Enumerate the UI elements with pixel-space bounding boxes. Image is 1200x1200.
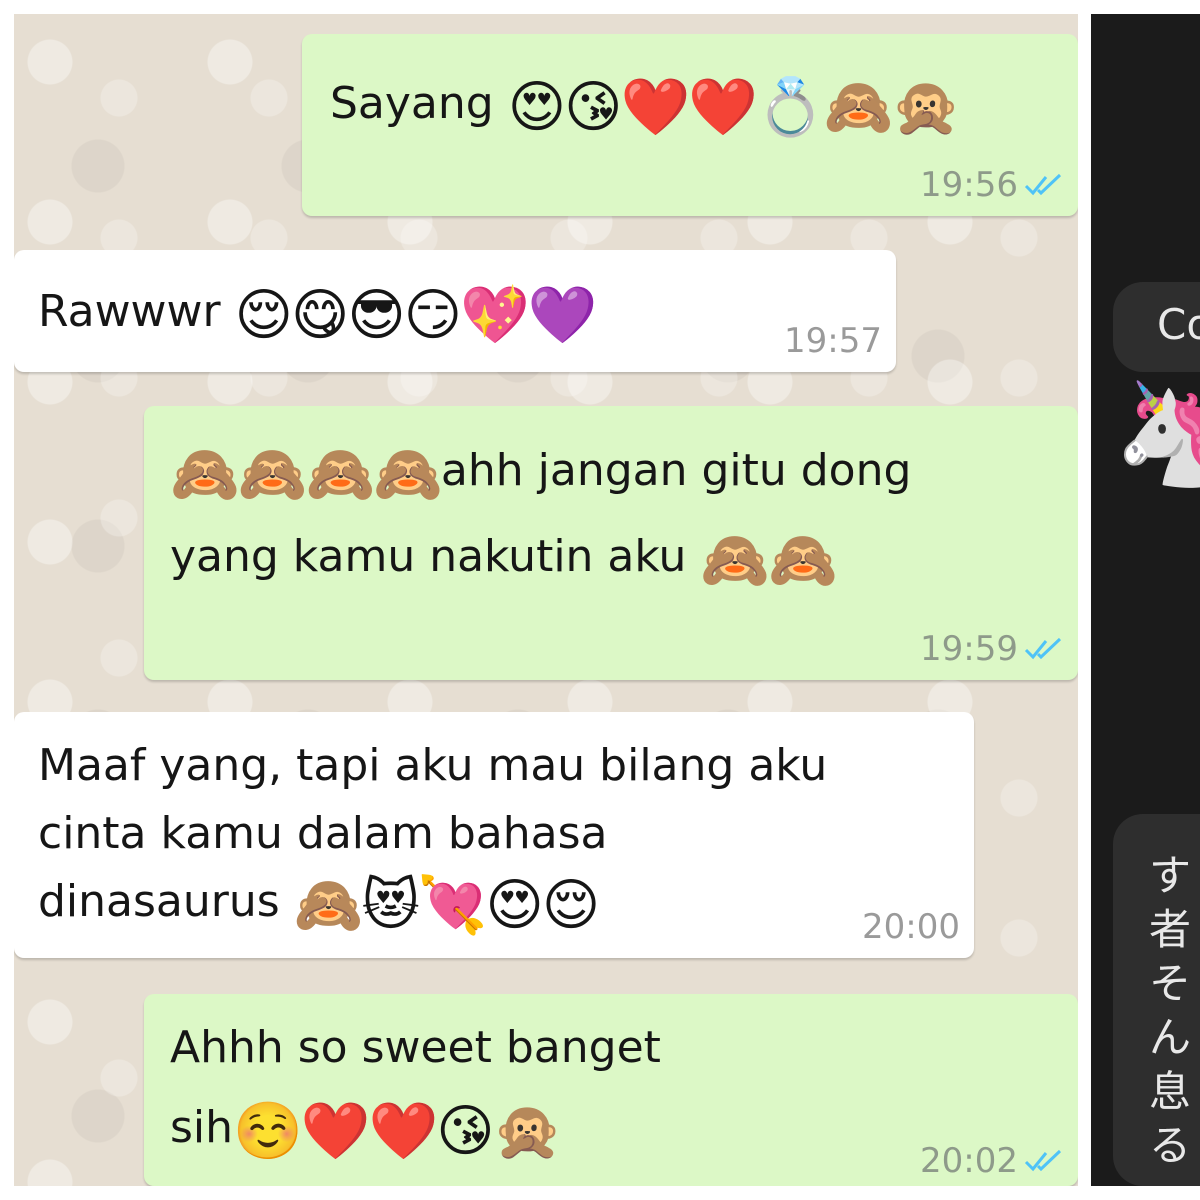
message-line: dinasaurus 🙈😻💘😍😌 xyxy=(38,868,950,936)
unicorn-emoji: 🦄 xyxy=(1113,375,1200,492)
message-bubble-incoming[interactable]: Maaf yang, tapi aku mau bilang aku cinta… xyxy=(14,712,974,958)
message-text: dinasaurus xyxy=(38,876,294,927)
message-line: cinta kamu dalam bahasa xyxy=(38,808,608,859)
message-line: Ahhh so sweet banget xyxy=(170,1022,661,1073)
side-message-text: す 者 そ ん 息 る xyxy=(1149,851,1192,1170)
message-meta: 19:57 xyxy=(784,324,882,358)
emoji-sequence: ☺️❤️❤️😘🙊 xyxy=(233,1099,562,1164)
emoji-sequence: 🙈🙈🙈🙈 xyxy=(170,442,443,507)
read-ticks-icon xyxy=(1024,173,1062,196)
message-meta: 20:00 xyxy=(862,910,960,944)
read-ticks-icon xyxy=(1024,637,1062,660)
emoji-sequence: 😍😘❤️❤️💍🙈🙊 xyxy=(507,75,961,140)
message-text: yang kamu nakutin aku xyxy=(170,531,701,582)
message-bubble-outgoing[interactable]: 🙈🙈🙈🙈ahh jangan gitu dong yang kamu nakut… xyxy=(144,406,1078,680)
message-time: 20:02 xyxy=(920,1141,1018,1181)
chat-panel: Sayang 😍😘❤️❤️💍🙈🙊 19:56 Rawwwr 😌😋😎😏💖💜 19:… xyxy=(14,14,1078,1186)
emoji-sequence: 🙈😻💘😍😌 xyxy=(293,873,601,938)
emoji-sequence: 🙈🙈 xyxy=(700,528,837,593)
message-time: 19:57 xyxy=(784,321,882,361)
side-message-bubble[interactable]: Co xyxy=(1113,282,1200,372)
message-text: Sayang xyxy=(330,78,508,129)
message-line: yang kamu nakutin aku 🙈🙈 xyxy=(170,514,1054,600)
message-bubble-incoming[interactable]: Rawwwr 😌😋😎😏💖💜 19:57 xyxy=(14,250,896,372)
message-time: 19:59 xyxy=(920,629,1018,669)
message-bubble-outgoing[interactable]: Ahhh so sweet banget sih☺️❤️❤️😘🙊 20:02 xyxy=(144,994,1078,1186)
message-line: 🙈🙈🙈🙈ahh jangan gitu dong xyxy=(170,428,1054,514)
message-meta: 20:02 xyxy=(920,1144,1064,1178)
message-text: Rawwwr xyxy=(38,286,235,337)
message-time: 20:00 xyxy=(862,907,960,947)
message-line: Maaf yang, tapi aku mau bilang aku xyxy=(38,740,828,791)
message-time: 19:56 xyxy=(920,165,1018,205)
message-meta: 19:59 xyxy=(920,632,1064,666)
message-text: ahh jangan gitu dong xyxy=(440,445,912,496)
side-chat-panel: Co 🦄 す 者 そ ん 息 る xyxy=(1091,14,1200,1186)
message-meta: 19:56 xyxy=(920,168,1064,202)
message-bubble-outgoing[interactable]: Sayang 😍😘❤️❤️💍🙈🙊 19:56 xyxy=(302,34,1078,216)
side-message-text: Co xyxy=(1157,300,1200,349)
message-line: Sayang 😍😘❤️❤️💍🙈🙊 xyxy=(330,62,1054,146)
emoji-sequence: 😌😋😎😏💖💜 xyxy=(234,283,598,348)
read-ticks-icon xyxy=(1024,1149,1062,1172)
message-text: sih xyxy=(170,1102,234,1153)
message-line: Rawwwr 😌😋😎😏💖💜 xyxy=(38,270,872,354)
